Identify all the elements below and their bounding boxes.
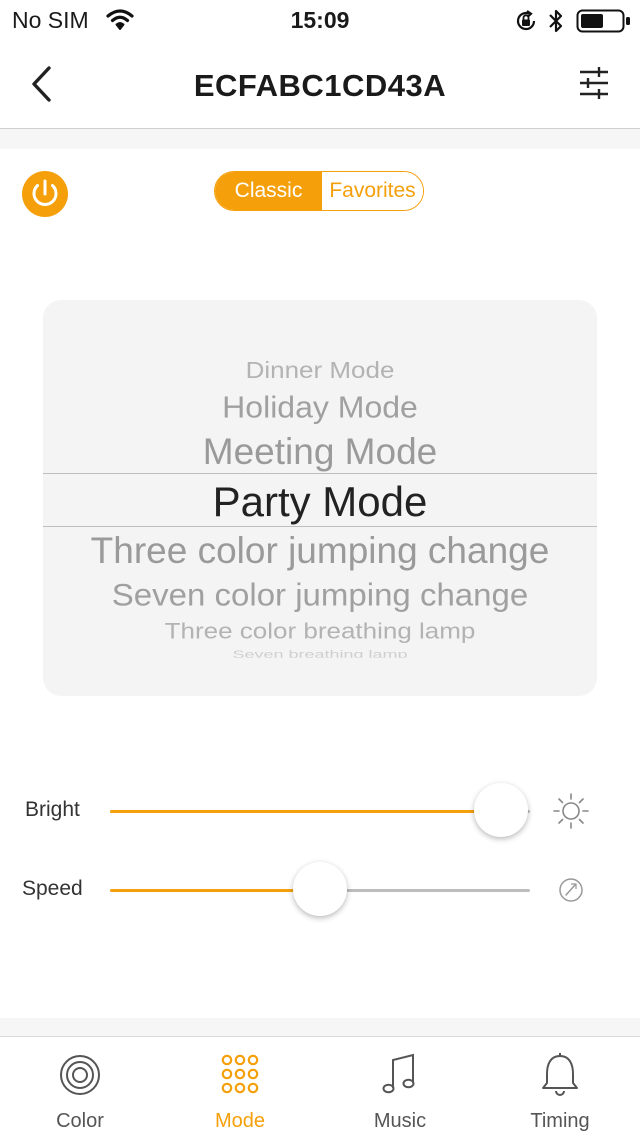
tab-color[interactable]: Color xyxy=(0,1036,160,1136)
mode-grid-icon xyxy=(221,1054,259,1094)
segment-favorites[interactable]: Favorites xyxy=(322,172,423,210)
bottom-band xyxy=(0,1018,640,1036)
tab-music[interactable]: Music xyxy=(320,1036,480,1136)
picker-item[interactable]: Three color jumping change xyxy=(35,530,605,572)
mode-segmented-control: Classic Favorites xyxy=(214,171,424,211)
clock: 15:09 xyxy=(290,7,350,33)
power-button[interactable] xyxy=(21,170,69,218)
bright-slider-thumb[interactable] xyxy=(473,783,528,837)
picker-selection-top-line xyxy=(43,473,597,474)
tab-color-label: Color xyxy=(56,1110,104,1132)
picker-item[interactable]: Seven breathing lamp xyxy=(35,648,605,658)
bell-icon xyxy=(542,1053,578,1096)
tab-music-label: Music xyxy=(373,1110,427,1132)
tab-timing[interactable]: Timing xyxy=(480,1036,640,1136)
picker-item[interactable]: Seven color jumping change xyxy=(35,577,605,613)
bright-slider-fill xyxy=(110,810,501,813)
tab-timing-label: Timing xyxy=(530,1110,590,1132)
speed-label: Speed xyxy=(22,877,83,900)
tab-mode[interactable]: Mode xyxy=(160,1036,320,1136)
page-title: ECFABC1CD43A xyxy=(193,68,447,103)
music-note-icon xyxy=(382,1053,415,1094)
brightness-sun-icon xyxy=(553,793,589,829)
color-rings-icon xyxy=(60,1055,100,1095)
speed-slider-thumb[interactable] xyxy=(293,862,347,916)
status-bar: No SIM 15:09 xyxy=(0,0,640,40)
orientation-lock-icon xyxy=(516,10,536,31)
settings-sliders-icon[interactable] xyxy=(576,64,612,102)
bluetooth-icon xyxy=(549,9,563,33)
picker-item[interactable]: Three color breathing lamp xyxy=(35,618,605,644)
picker-item-selected[interactable]: Party Mode xyxy=(35,478,605,526)
picker-item[interactable]: Meeting Mode xyxy=(35,431,605,473)
speed-gauge-icon xyxy=(559,878,583,902)
segment-classic[interactable]: Classic xyxy=(215,172,322,210)
bright-label: Bright xyxy=(25,798,80,821)
navigation-bar: ECFABC1CD43A xyxy=(0,40,640,129)
battery-icon xyxy=(576,9,630,33)
content-top-band xyxy=(0,129,640,149)
picker-selection-bottom-line xyxy=(43,526,597,527)
picker-item[interactable]: Holiday Mode xyxy=(35,390,605,425)
picker-item[interactable]: Dinner Mode xyxy=(35,357,605,384)
speed-slider-fill xyxy=(110,889,320,892)
tab-mode-label: Mode xyxy=(214,1110,266,1132)
